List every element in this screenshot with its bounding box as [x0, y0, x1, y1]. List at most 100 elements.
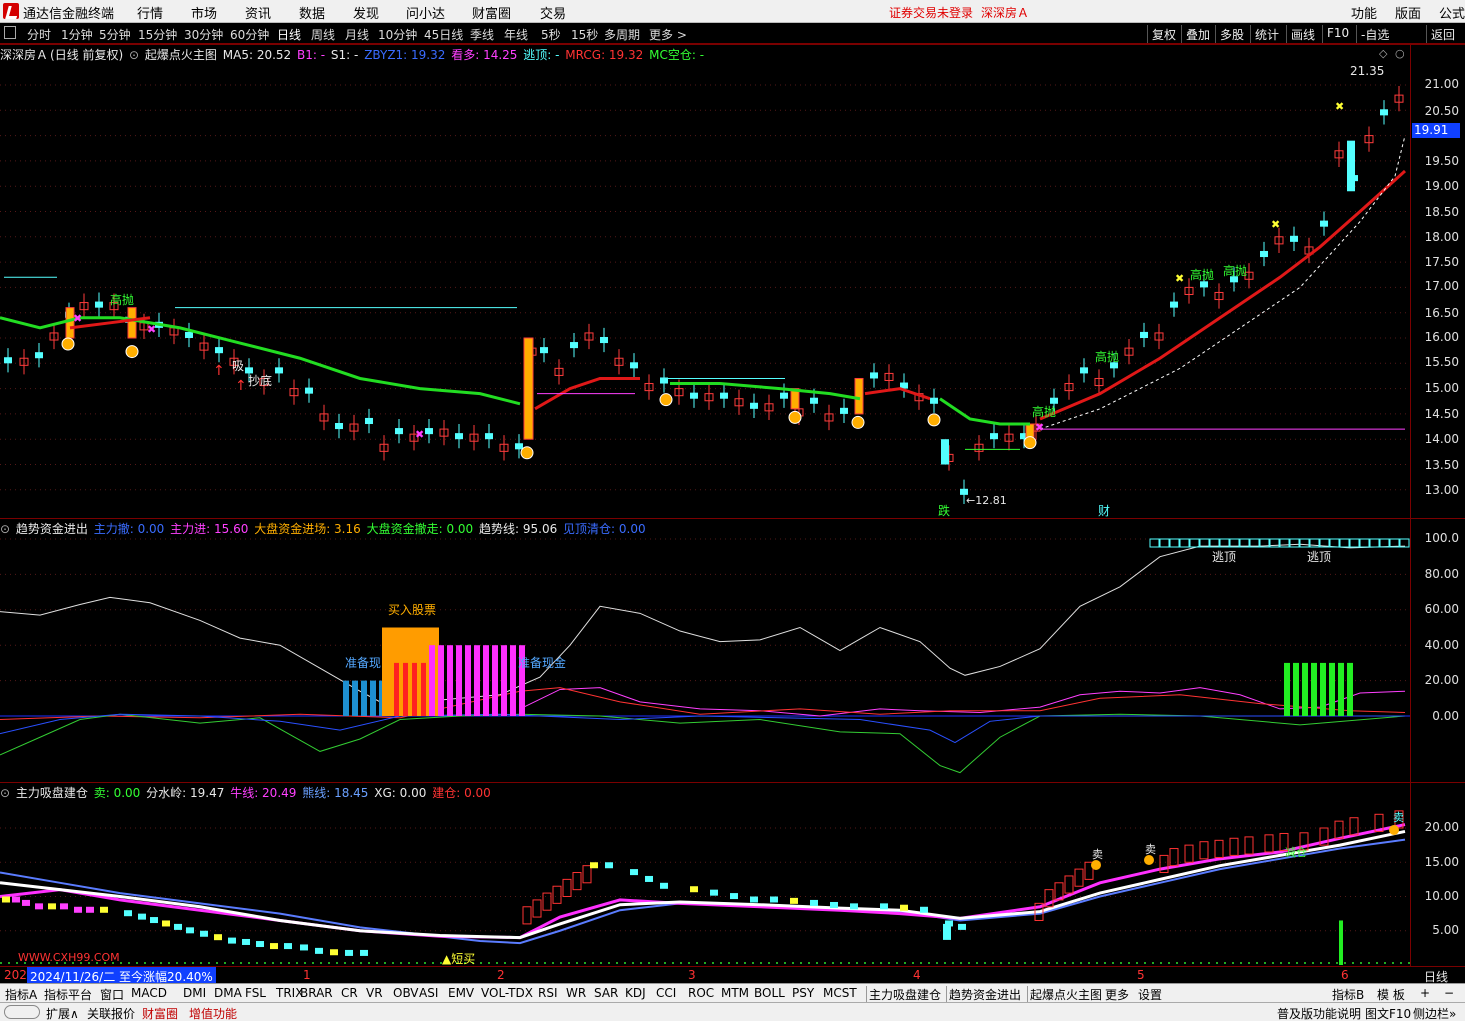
signal-square [174, 923, 182, 930]
tab-19[interactable]: CCI [656, 986, 676, 1000]
tab-11[interactable]: OBV [393, 986, 419, 1000]
tab-22[interactable]: BOLL [754, 986, 785, 1000]
back-button[interactable]: 返回 [1426, 25, 1459, 43]
diejia-button[interactable]: 叠加 [1181, 25, 1214, 43]
menu-faxian[interactable]: 发现 [353, 3, 379, 22]
tab-5[interactable]: DMA [214, 986, 242, 1000]
sub-pane-accumulation[interactable]: ⊙ 主力吸盘建仓 卖: 0.00 分水岭: 19.47 牛线: 20.49 熊线… [0, 782, 1465, 967]
menu-caifuquan[interactable]: 财富圈 [472, 3, 511, 22]
sub2-axis: 20.00 15.00 10.00 5.00 [1410, 783, 1465, 967]
tab-right-3[interactable]: − [1444, 986, 1454, 1000]
status-caifuquan[interactable]: 财富圈 [142, 1005, 178, 1021]
period-10min[interactable]: 10分钟 [378, 26, 417, 43]
period-45day[interactable]: 45日线 [424, 26, 463, 43]
period-multi[interactable]: 多周期 [604, 26, 640, 43]
trend-fund-chart[interactable]: 买入股票准备现 准备现金 逃顶 逃顶 [0, 519, 1410, 783]
tab-right-1[interactable]: 模 板 [1377, 986, 1405, 1003]
menu-banmian[interactable]: 版面 [1395, 3, 1421, 22]
status-zengzhi[interactable]: 增值功能 [189, 1005, 237, 1021]
status-puji[interactable]: 普及版功能说明 [1277, 1005, 1361, 1021]
period-60min[interactable]: 60分钟 [230, 26, 269, 43]
panel-toggle-icon[interactable] [4, 26, 16, 39]
tick-17.00: 17.00 [1424, 279, 1459, 293]
x-marker-icon: ✖ [147, 323, 156, 336]
tab-right-2[interactable]: + [1420, 986, 1430, 1000]
tab-8[interactable]: BRAR [300, 986, 333, 1000]
tab-6[interactable]: FSL [245, 986, 266, 1000]
signal-square [330, 949, 338, 956]
tab-13[interactable]: EMV [448, 986, 474, 1000]
period-5min[interactable]: 5分钟 [99, 26, 131, 43]
tab-27[interactable]: 起爆点火主图 [1027, 986, 1102, 1003]
tab-23[interactable]: PSY [792, 986, 814, 1000]
tab-9[interactable]: CR [341, 986, 358, 1000]
zixuan-button[interactable]: -自选 [1356, 25, 1393, 43]
status-kuozhan[interactable]: 扩展∧ [46, 1005, 79, 1021]
menu-shichang[interactable]: 市场 [191, 3, 217, 22]
period-week[interactable]: 周线 [311, 26, 335, 43]
tab-12[interactable]: ASI [419, 986, 438, 1000]
period-more[interactable]: 更多 > [649, 26, 687, 43]
tongji-button[interactable]: 统计 [1250, 25, 1283, 43]
period-fenshi[interactable]: 分时 [27, 26, 51, 43]
tab-25[interactable]: 主力吸盘建仓 [866, 986, 941, 1003]
period-15min[interactable]: 15分钟 [138, 26, 177, 43]
menu-hangqing[interactable]: 行情 [137, 3, 163, 22]
tab-3[interactable]: MACD [131, 986, 167, 1000]
duogu-button[interactable]: 多股 [1215, 25, 1248, 43]
period-5sec[interactable]: 5秒 [541, 26, 561, 43]
sub1-tick-60: 60.00 [1424, 602, 1459, 616]
login-notice[interactable]: 证券交易未登录 [889, 4, 973, 21]
period-toolbar: 分时 1分钟 5分钟 15分钟 30分钟 60分钟 日线 周线 月线 10分钟 … [0, 23, 1465, 44]
tab-16[interactable]: WR [566, 986, 586, 1000]
accumulation-chart[interactable]: WWW.CXH99.COM ▲短买卖 卖卖减仓 [0, 783, 1410, 967]
magenta-bar [492, 645, 498, 716]
tab-0[interactable]: 指标A [5, 986, 37, 1003]
tab-21[interactable]: MTM [721, 986, 749, 1000]
tab-28[interactable]: 更多 [1105, 986, 1129, 1003]
menu-jiaoyi[interactable]: 交易 [540, 3, 566, 22]
tab-right-0[interactable]: 指标B [1332, 986, 1364, 1003]
tab-24[interactable]: MCST [823, 986, 857, 1000]
top-box [1289, 538, 1300, 548]
menu-gongshi[interactable]: 公式 [1439, 3, 1465, 22]
period-year[interactable]: 年线 [504, 26, 528, 43]
toggle-switch-icon[interactable] [4, 1005, 40, 1019]
sub-pane-trend-fund[interactable]: ⊙ 趋势资金进出 主力撤: 0.00 主力进: 15.60 大盘资金进场: 3.… [0, 518, 1465, 783]
menu-zixun[interactable]: 资讯 [245, 3, 271, 22]
tab-15[interactable]: RSI [538, 986, 558, 1000]
f10-button[interactable]: F10 [1322, 25, 1353, 43]
period-month[interactable]: 月线 [345, 26, 369, 43]
tab-26[interactable]: 趋势资金进出 [946, 986, 1021, 1003]
tab-18[interactable]: KDJ [625, 986, 646, 1000]
menu-shuju[interactable]: 数据 [299, 3, 325, 22]
status-guanlian[interactable]: 关联报价 [87, 1005, 135, 1021]
period-season[interactable]: 季线 [470, 26, 494, 43]
tab-29[interactable]: 设置 [1138, 986, 1162, 1003]
period-day[interactable]: 日线 [277, 26, 301, 43]
magenta-bar [456, 645, 462, 716]
tab-10[interactable]: VR [366, 986, 383, 1000]
tab-20[interactable]: ROC [688, 986, 714, 1000]
jiancang-box [532, 899, 542, 918]
tick-15.00: 15.00 [1424, 381, 1459, 395]
huaxian-button[interactable]: 画线 [1286, 25, 1319, 43]
tab-1[interactable]: 指标平台 [44, 986, 92, 1003]
jiancang-box [1169, 848, 1179, 867]
period-15sec[interactable]: 15秒 [571, 26, 598, 43]
period-1min[interactable]: 1分钟 [61, 26, 93, 43]
menu-gongneng[interactable]: 功能 [1351, 3, 1377, 22]
period-30min[interactable]: 30分钟 [184, 26, 223, 43]
tab-14[interactable]: VOL-TDX [481, 986, 533, 1000]
tab-17[interactable]: SAR [594, 986, 618, 1000]
menu-wenxiaoda[interactable]: 问小达 [406, 3, 445, 22]
status-sidebar[interactable]: 侧边栏» [1413, 1005, 1456, 1021]
status-f10[interactable]: 图文F10 [1365, 1005, 1411, 1021]
tab-4[interactable]: DMI [183, 986, 206, 1000]
tab-2[interactable]: 窗口 [100, 986, 124, 1003]
signal-square [958, 923, 966, 930]
jiancang-box [1264, 834, 1274, 853]
main-chart-pane[interactable]: 深深房Ａ (日线 前复权) ⊙ 起爆点火主图 MA5: 20.52 B1: - S… [0, 44, 1465, 519]
candlestick-chart[interactable]: 高抛高抛高抛 高抛高抛吸抄底跌 财←12.8121.35✖✖✖✖✖✖✖↑↑ [0, 45, 1410, 519]
fuquan-button[interactable]: 复权 [1147, 25, 1180, 43]
